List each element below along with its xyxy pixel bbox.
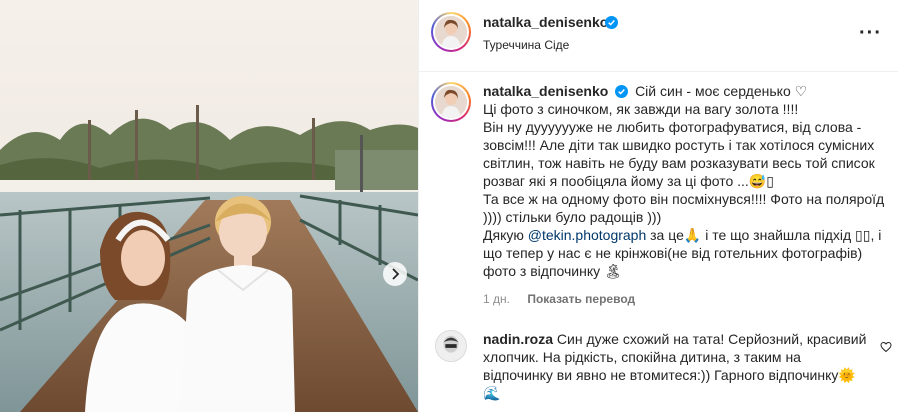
caption-text: Сій син - моє серденько ♡ [635,83,808,99]
comment-text: 🌊 [483,385,501,401]
commenter-avatar[interactable] [435,330,467,362]
verified-badge-icon [605,16,618,29]
caption-line-0: natalka_denisenko Сій син - моє серденьк… [483,82,885,100]
caption-text: за це🙏 і те що знайшла підхід ▯▯, і [646,227,882,243]
next-photo-button[interactable] [383,262,407,286]
show-translation-button[interactable]: Показать перевод [527,292,635,306]
comment-text: відпочинку ви явно не втомитеся:)) Гарно… [483,367,856,383]
caption-username[interactable]: natalka_denisenko [483,83,608,99]
comment-item: nadin.roza Син дуже схожий на тата! Серй… [483,330,885,402]
comment-line-0: nadin.roza Син дуже схожий на тата! Серй… [483,330,885,348]
caption-meta: 1 дн. Показать перевод [483,292,649,306]
caption-text: фото з відпочинку 🏝 [483,263,622,279]
verified-badge-icon [615,85,629,98]
comment-text: хлопчик. На рідкість, спокійна дитина, з… [483,349,801,365]
author-avatar[interactable] [431,12,471,52]
caption-text: розваг які я пообіцяла йому за ці фото .… [483,173,774,189]
chevron-right-icon [392,268,400,280]
post-caption: natalka_denisenko Сій син - моє серденьк… [483,82,885,280]
heart-icon[interactable] [880,341,892,353]
comment-text: Син дуже схожий на тата! Серйозний, крас… [556,331,867,347]
commenter-username[interactable]: nadin.roza [483,331,553,347]
caption-text: Ці фото з синочком, як завжди на вагу зо… [483,101,799,117]
caption-text: світлин, тож навіть не буду вам розказув… [483,155,875,171]
caption-text: зовсім!!! Але діти так швидко ростуть і … [483,137,875,153]
caption-avatar-image [435,86,467,118]
mention-link[interactable]: @tekin.photograph [528,227,647,243]
post-photo[interactable] [0,0,418,412]
caption-text: Він ну дууууууже не любить фотографувати… [483,119,862,135]
author-avatar-image [435,16,467,48]
more-options-icon[interactable]: ··· [859,22,882,45]
photo-illustration [0,0,418,412]
post-header: natalka_denisenko Туреччина Сіде ··· [419,0,898,72]
post-time[interactable]: 1 дн. [483,292,510,306]
post-location[interactable]: Туреччина Сіде [483,38,569,52]
post-side-panel: natalka_denisenko Туреччина Сіде ··· nat… [418,0,898,412]
caption-text: )))) стільки було радощів ))) [483,209,662,225]
caption-avatar[interactable] [431,82,471,122]
caption-thanks-line: Дякую @tekin.photograph за це🙏 і те що з… [483,226,885,244]
author-username[interactable]: natalka_denisenko [483,14,608,30]
caption-text: Та все ж на одному фото він посміхнувся!… [483,191,885,207]
caption-text: Дякую [483,227,528,243]
caption-text: що тепер у нас є не крінжові(не від готе… [483,245,863,261]
